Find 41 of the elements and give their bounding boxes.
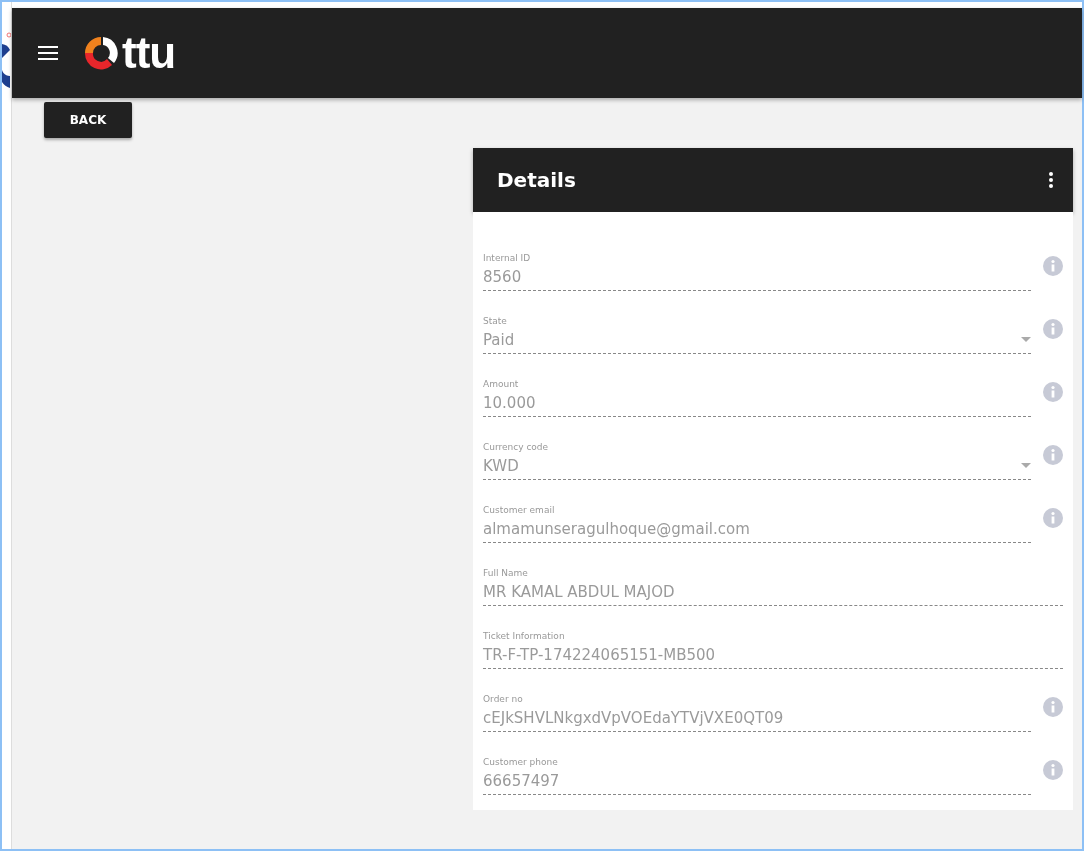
info-icon[interactable] bbox=[1043, 760, 1063, 781]
field-value: cEJkSHVLNkgxdVpVOEdaYTVjVXE0QT09 bbox=[483, 709, 784, 728]
field-label: Ticket Information bbox=[483, 631, 566, 642]
dropdown-caret-icon[interactable] bbox=[1021, 337, 1031, 343]
field-value: TR-F-TP-174224065151-MB500 bbox=[483, 646, 716, 665]
card-title: Details bbox=[497, 168, 576, 192]
info-icon[interactable] bbox=[1043, 508, 1063, 528]
field-value: Paid bbox=[483, 330, 515, 349]
field-value: KWD bbox=[483, 456, 519, 475]
field-label: Order no bbox=[483, 694, 524, 705]
field-value: MR KAMAL ABDUL MAJOD bbox=[483, 583, 675, 602]
field-label: Full Name bbox=[483, 568, 529, 579]
field-label: Internal ID bbox=[483, 252, 532, 263]
info-icon[interactable] bbox=[1043, 318, 1063, 339]
field-label: Amount bbox=[483, 378, 520, 389]
info-icon[interactable] bbox=[1043, 444, 1063, 465]
field-label: Customer phone bbox=[483, 757, 559, 768]
input-field[interactable]: Full Name MR KAMAL ABDUL MAJOD bbox=[483, 556, 1063, 607]
more-options-icon[interactable] bbox=[1049, 172, 1053, 188]
back-button[interactable]: BACK bbox=[44, 102, 132, 138]
info-icon[interactable] bbox=[1043, 697, 1063, 718]
menu-icon[interactable] bbox=[38, 45, 58, 61]
logo: ttu bbox=[82, 28, 176, 78]
field-value: 8560 bbox=[483, 267, 522, 286]
info-icon[interactable] bbox=[1043, 255, 1063, 276]
field-label: State bbox=[483, 315, 508, 326]
dropdown-caret-icon[interactable] bbox=[1021, 463, 1031, 469]
field-value: 66657497 bbox=[483, 772, 560, 791]
input-field[interactable]: Customer email almamunseragulhoque@gmail.com bbox=[483, 493, 1031, 543]
input-field[interactable]: Ticket Information TR-F-TP-174224065151-MB500 bbox=[483, 619, 1063, 670]
input-field[interactable]: Internal ID 8560 bbox=[483, 240, 1031, 291]
field-label: Customer email bbox=[483, 505, 556, 515]
input-field[interactable]: Order no cEJkSHVLNkgxdVpVOEdaYTVjVXE0QT09 bbox=[483, 682, 1031, 733]
field-value: 10.000 bbox=[483, 393, 536, 412]
input-field[interactable]: Amount 10.000 bbox=[483, 366, 1031, 417]
field-label: Currency code bbox=[483, 441, 550, 452]
select-field[interactable]: State Paid bbox=[483, 303, 1031, 354]
field-value: almamunseragulhoque@gmail.com bbox=[483, 520, 750, 538]
info-icon[interactable] bbox=[1043, 381, 1063, 402]
select-field[interactable]: Currency code KWD bbox=[483, 429, 1031, 480]
input-field[interactable]: Customer phone 66657497 bbox=[483, 745, 1031, 796]
